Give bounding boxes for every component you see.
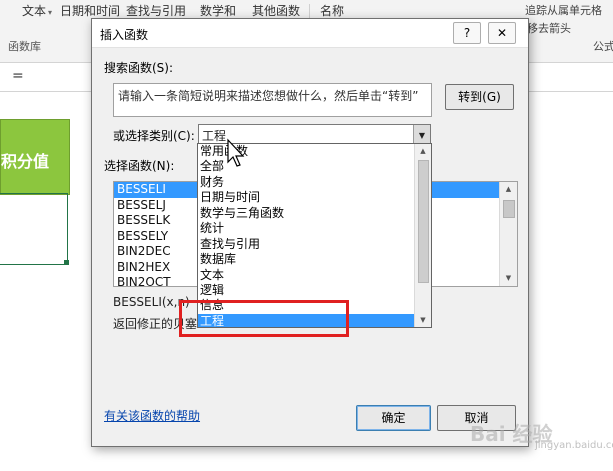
function-list-scrollbar[interactable]: ▲ ▼	[499, 182, 517, 286]
ribbon-name-button[interactable]: 名称	[320, 2, 344, 19]
scroll-up-icon[interactable]: ▲	[500, 182, 517, 197]
ribbon-lookup-button[interactable]: 查找与引用	[126, 2, 186, 19]
category-label: 或选择类别(C):	[113, 129, 195, 143]
dropdown-item[interactable]: 查找与引用	[198, 237, 431, 252]
ribbon-formula-group: 公式	[593, 40, 613, 53]
ribbon-math-button[interactable]: 数学和	[200, 2, 236, 19]
dialog-title: 插入函数	[100, 28, 149, 42]
dropdown-item[interactable]: 数学与三角函数	[198, 206, 431, 221]
selected-cell[interactable]	[0, 193, 68, 265]
scroll-up-icon[interactable]: ▲	[415, 144, 431, 158]
function-help-link[interactable]: 有关该函数的帮助	[104, 407, 200, 424]
dialog-titlebar[interactable]: 插入函数 ? ✕	[92, 19, 528, 48]
formula-equals: =	[12, 68, 24, 84]
help-icon[interactable]: ?	[453, 22, 481, 44]
scroll-thumb[interactable]	[418, 160, 429, 283]
scroll-down-icon[interactable]: ▼	[415, 313, 431, 327]
dropdown-item[interactable]: 统计	[198, 221, 431, 236]
ribbon-remove-arrows[interactable]: 移去箭头	[527, 20, 571, 36]
category-value: 工程	[202, 129, 227, 143]
search-placeholder: 请输入一条简短说明来描述您想做什么，然后单击“转到”	[118, 89, 419, 103]
ribbon-trace-dependents[interactable]: 追踪从属单元格	[525, 2, 602, 18]
ribbon-group-label: 函数库	[8, 40, 41, 53]
mouse-cursor-icon	[227, 138, 245, 167]
close-icon[interactable]: ✕	[488, 22, 516, 44]
fill-handle[interactable]	[64, 260, 69, 265]
baidu-watermark-url: jingyan.baidu.com	[535, 440, 613, 451]
dropdown-scrollbar[interactable]: ▲ ▼	[414, 144, 431, 327]
ribbon-text-button[interactable]: 文本 ▾	[22, 2, 52, 19]
highlight-annotation-box	[179, 300, 349, 337]
scroll-thumb[interactable]	[503, 200, 515, 218]
dropdown-item[interactable]: 日期与时间	[198, 190, 431, 205]
search-input[interactable]: 请输入一条简短说明来描述您想做什么，然后单击“转到”	[113, 83, 432, 117]
ribbon-other-functions-button[interactable]: 其他函数	[252, 2, 300, 19]
function-label: 选择函数(N):	[104, 159, 175, 173]
header-cell[interactable]: 积分值	[0, 119, 70, 195]
dropdown-item[interactable]: 数据库	[198, 252, 431, 267]
search-label: 搜索函数(S):	[104, 61, 174, 75]
ok-button[interactable]: 确定	[356, 405, 431, 431]
dropdown-item[interactable]: 财务	[198, 175, 431, 190]
go-button[interactable]: 转到(G)	[445, 84, 514, 110]
dropdown-item[interactable]: 逻辑	[198, 283, 431, 298]
ribbon-datetime-button[interactable]: 日期和时间	[60, 2, 120, 19]
scroll-down-icon[interactable]: ▼	[500, 271, 517, 286]
dropdown-item[interactable]: 文本	[198, 268, 431, 283]
